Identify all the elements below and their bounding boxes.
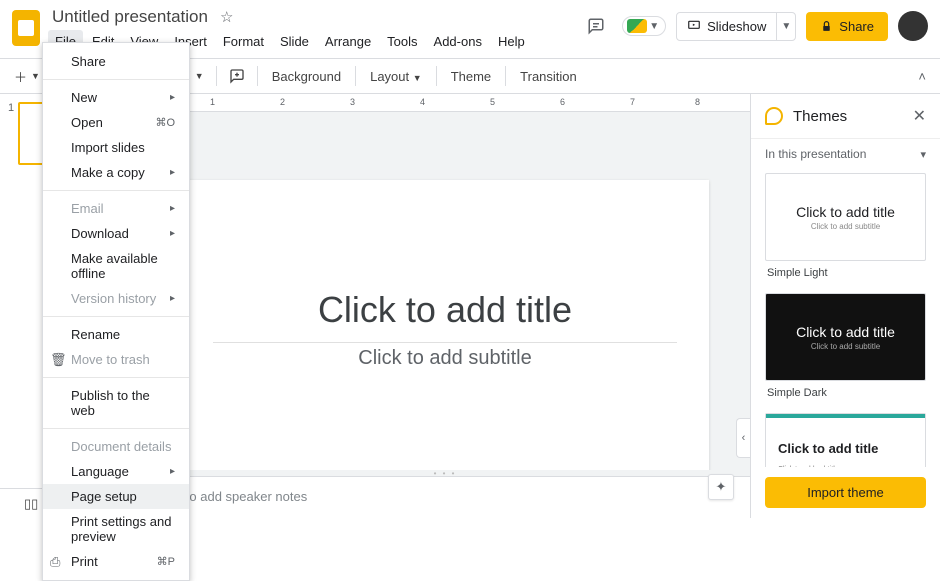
palette-icon bbox=[765, 107, 783, 125]
account-avatar[interactable] bbox=[898, 11, 928, 41]
menu-item-publish[interactable]: Publish to the web bbox=[43, 383, 189, 423]
themes-title: Themes bbox=[793, 108, 847, 125]
menu-tools[interactable]: Tools bbox=[380, 30, 424, 53]
menu-arrange[interactable]: Arrange bbox=[318, 30, 378, 53]
slide-canvas[interactable]: Click to add title Click to add subtitle bbox=[181, 180, 709, 470]
transition-button[interactable]: Transition bbox=[512, 65, 585, 88]
chevron-down-icon: ▼ bbox=[649, 21, 659, 32]
layout-button[interactable]: Layout ▼ bbox=[362, 65, 430, 88]
filmstrip-view-icon[interactable]: ▯▯ bbox=[24, 496, 38, 512]
close-icon[interactable]: ✕ bbox=[913, 106, 926, 126]
comments-icon[interactable] bbox=[580, 10, 612, 42]
menu-item-language[interactable]: Language▸ bbox=[43, 459, 189, 484]
menu-addons[interactable]: Add-ons bbox=[427, 30, 489, 53]
slideshow-dropdown[interactable]: ▼ bbox=[776, 13, 795, 40]
share-button[interactable]: Share bbox=[806, 12, 888, 41]
menu-item-make-copy[interactable]: Make a copy▸ bbox=[43, 160, 189, 185]
theme-card-simple-dark[interactable]: Click to add titleClick to add subtitle … bbox=[765, 293, 926, 409]
file-menu: Share New▸ Open⌘O Import slides Make a c… bbox=[42, 42, 190, 581]
menu-item-rename[interactable]: Rename bbox=[43, 322, 189, 347]
thumb-number: 1 bbox=[8, 102, 14, 165]
menu-item-offline[interactable]: Make available offline bbox=[43, 246, 189, 286]
menu-item-move-trash: 🗑Move to trash bbox=[43, 347, 189, 372]
theme-button[interactable]: Theme bbox=[443, 65, 499, 88]
menu-item-download[interactable]: Download▸ bbox=[43, 221, 189, 246]
slides-logo[interactable] bbox=[12, 10, 40, 46]
slideshow-label: Slideshow bbox=[707, 19, 766, 34]
share-label: Share bbox=[839, 19, 874, 34]
menu-item-share[interactable]: Share bbox=[43, 49, 189, 74]
chevron-down-icon[interactable]: ▾ bbox=[920, 148, 926, 161]
import-theme-button[interactable]: Import theme bbox=[765, 477, 926, 508]
star-icon[interactable]: ☆ bbox=[220, 8, 233, 26]
slideshow-button[interactable]: Slideshow bbox=[677, 13, 776, 40]
present-icon bbox=[687, 19, 701, 33]
speaker-notes[interactable]: Click to add speaker notes bbox=[140, 476, 750, 518]
menu-item-new[interactable]: New▸ bbox=[43, 85, 189, 110]
menu-item-print[interactable]: ⎙Print⌘P bbox=[43, 549, 189, 574]
collapse-themes-icon[interactable]: ‹ bbox=[736, 418, 750, 458]
menu-format[interactable]: Format bbox=[216, 30, 271, 53]
collapse-toolbar-icon[interactable]: ˄ bbox=[912, 69, 932, 84]
menu-slide[interactable]: Slide bbox=[273, 30, 316, 53]
slide-subtitle-placeholder[interactable]: Click to add subtitle bbox=[213, 342, 678, 374]
meet-icon bbox=[627, 19, 647, 33]
themes-section-label: In this presentation bbox=[765, 147, 866, 161]
menu-item-version-history: Version history▸ bbox=[43, 286, 189, 311]
slide-title-placeholder[interactable]: Click to add title bbox=[213, 282, 678, 338]
meet-button[interactable]: ▼ bbox=[622, 16, 666, 36]
menu-item-page-setup[interactable]: Page setup bbox=[43, 484, 189, 509]
background-button[interactable]: Background bbox=[264, 65, 349, 88]
lock-icon bbox=[820, 20, 833, 33]
trash-icon: 🗑 bbox=[50, 352, 67, 368]
menu-item-open[interactable]: Open⌘O bbox=[43, 110, 189, 135]
theme-card-streamline[interactable]: Click to add titleClick to add subtitle … bbox=[765, 413, 926, 467]
menu-item-print-settings[interactable]: Print settings and preview bbox=[43, 509, 189, 549]
ruler-horizontal: 1 2 3 4 5 6 7 8 bbox=[140, 94, 750, 112]
theme-card-simple-light[interactable]: Click to add titleClick to add subtitle … bbox=[765, 173, 926, 289]
theme-name: Simple Dark bbox=[765, 381, 926, 409]
menu-help[interactable]: Help bbox=[491, 30, 532, 53]
new-slide-button[interactable]: ＋▼ bbox=[8, 63, 46, 90]
layout-label: Layout bbox=[370, 69, 409, 84]
menu-item-email: Email▸ bbox=[43, 196, 189, 221]
doc-title[interactable]: Untitled presentation bbox=[48, 6, 212, 28]
comment-add-icon[interactable] bbox=[223, 64, 251, 88]
menu-item-import-slides[interactable]: Import slides bbox=[43, 135, 189, 160]
menu-item-doc-details: Document details bbox=[43, 434, 189, 459]
print-icon: ⎙ bbox=[50, 554, 60, 570]
theme-name: Simple Light bbox=[765, 261, 926, 289]
explore-button[interactable]: ✦ bbox=[708, 474, 734, 500]
